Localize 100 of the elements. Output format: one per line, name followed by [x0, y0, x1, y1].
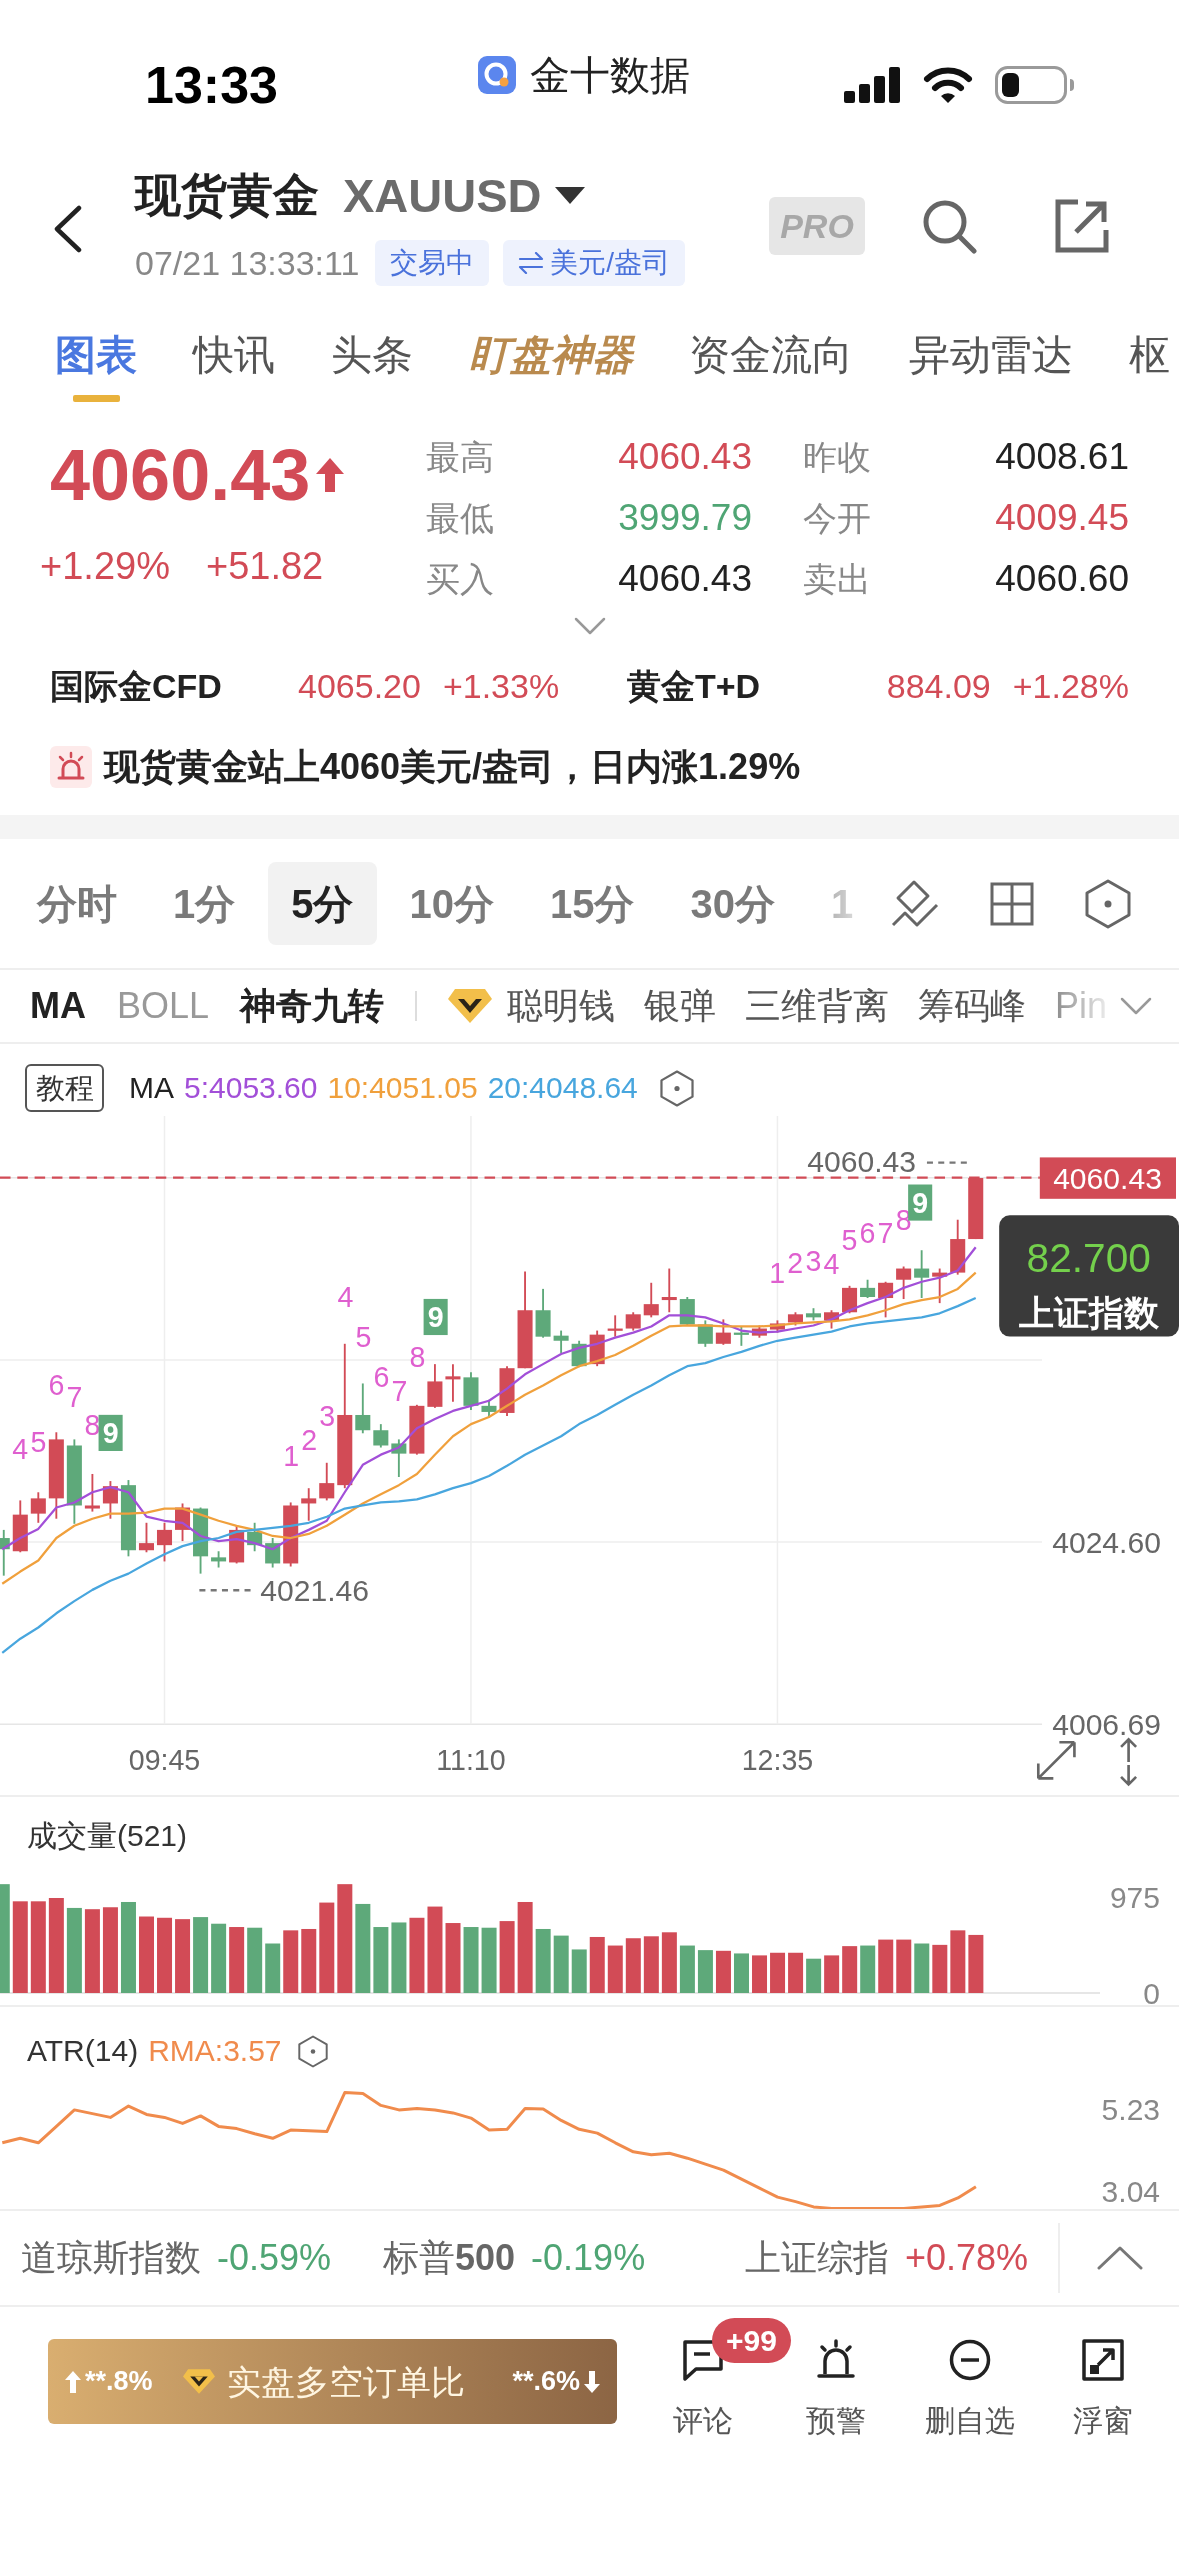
symbol-dropdown[interactable]: XAUUSD — [343, 171, 586, 219]
order-ratio-title: 实盘多空订单比 — [226, 2364, 465, 2399]
period-tab[interactable]: 30分 — [667, 862, 798, 945]
long-ratio: **.8% — [85, 2368, 153, 2395]
stat-value: 4060.43 — [618, 438, 752, 475]
chevron-down-icon[interactable] — [573, 617, 606, 635]
volume-bar — [535, 1929, 551, 1993]
candle — [769, 1319, 785, 1334]
volume-bar — [373, 1927, 389, 1993]
volume-bar — [878, 1939, 894, 1993]
volume-bar — [932, 1944, 948, 1993]
tab[interactable]: 头条 — [331, 331, 413, 379]
volume-bar — [463, 1927, 479, 1993]
volume-title: 成交量(521) — [27, 1819, 188, 1852]
action-button[interactable]: 删自选 — [903, 2307, 1037, 2449]
market-change: +1.28% — [1012, 669, 1129, 703]
sequence-count: 6 — [48, 1368, 65, 1401]
axis-label: 4006.69 — [1052, 1707, 1161, 1741]
indicator-tab[interactable]: 聪明钱 — [448, 988, 616, 1024]
stat-label: 卖出 — [803, 561, 871, 596]
index-name: 标普500 — [383, 2240, 516, 2276]
index-change: -0.59% — [217, 2240, 332, 2276]
candle — [427, 1363, 443, 1409]
time-label: 12:35 — [741, 1744, 814, 1777]
volume-bar — [661, 1932, 677, 1993]
vertical-arrows-icon[interactable] — [1119, 1737, 1138, 1787]
action-button[interactable]: 浮窗 — [1036, 2307, 1170, 2449]
share-icon[interactable] — [1054, 198, 1110, 254]
volume-bar — [734, 1953, 749, 1993]
candle — [463, 1371, 479, 1411]
period-tab[interactable]: 10分 — [386, 862, 517, 945]
axis-label: 0 — [1143, 1976, 1160, 2005]
sequence-count: 5 — [355, 1320, 372, 1353]
search-icon[interactable] — [921, 198, 977, 254]
period-tab[interactable]: 1分 — [150, 862, 259, 945]
axis-label: 5.23 — [1101, 2093, 1160, 2127]
period-tab[interactable]: 15分 — [527, 862, 658, 945]
candle — [355, 1382, 371, 1435]
sequence-count: 4 — [337, 1280, 354, 1313]
volume-bar — [229, 1927, 245, 1993]
candle — [373, 1423, 389, 1449]
expand-icon[interactable] — [1037, 1741, 1076, 1780]
last-price: 4060.43 — [50, 439, 311, 511]
settings-icon[interactable] — [659, 1069, 694, 1107]
volume-bar — [283, 1930, 299, 1993]
volume-bar — [914, 1943, 930, 1993]
chevron-down-icon[interactable] — [1120, 997, 1152, 1015]
settings-icon[interactable] — [297, 2034, 328, 2068]
order-ratio-button[interactable]: **.8% 实盘多空订单比 **.6% — [48, 2339, 617, 2424]
low-price-label: 4021.46 — [260, 1573, 370, 1607]
volume-bar — [643, 1936, 659, 1993]
volume-bar — [697, 1950, 713, 1993]
status-time: 13:33 — [145, 59, 278, 111]
candle — [805, 1307, 821, 1322]
candle — [30, 1491, 46, 1524]
volume-bar — [481, 1927, 497, 1993]
sequence-count: 7 — [877, 1216, 894, 1249]
volume-bar — [715, 1950, 731, 1993]
tab[interactable]: 图表 — [55, 331, 137, 402]
tab[interactable]: 异动雷达 — [909, 331, 1073, 379]
sequence-count: 8 — [84, 1408, 101, 1441]
up-arrow-icon — [65, 2370, 81, 2393]
chevron-up-icon[interactable] — [1096, 2246, 1143, 2270]
volume-bar — [770, 1952, 786, 1993]
candle — [932, 1267, 948, 1305]
grid-icon[interactable] — [990, 881, 1034, 926]
stat-value: 4060.60 — [995, 560, 1129, 597]
candle — [715, 1318, 731, 1346]
sequence-count: 3 — [319, 1400, 336, 1433]
index-change: -0.19% — [531, 2240, 646, 2276]
period-tab[interactable]: 5分 — [268, 862, 377, 945]
period-tab[interactable]: 分时 — [14, 862, 140, 945]
rma-value: RMA:3.57 — [148, 2033, 282, 2069]
tutorial-button[interactable]: 教程 — [25, 1064, 104, 1112]
market-price: 884.09 — [886, 669, 991, 703]
sequence-count: 4 — [823, 1248, 840, 1281]
alert-text[interactable]: 现货黄金站上4060美元/盎司，日内涨1.29% — [104, 749, 801, 785]
candle — [878, 1280, 894, 1319]
instrument-title: 现货黄金 — [135, 172, 319, 218]
chevron-left-icon[interactable] — [52, 205, 82, 253]
indicator-tab[interactable]: 银弹 — [644, 988, 717, 1024]
tab[interactable]: 资金流向 — [689, 331, 853, 379]
index-value: 82.700 — [1026, 1234, 1151, 1281]
caret-down-icon — [555, 186, 586, 204]
volume-bar — [445, 1923, 461, 1993]
settings-icon[interactable] — [1085, 878, 1131, 929]
nine-signal-badge: 9 — [423, 1298, 448, 1336]
sequence-count: 5 — [30, 1425, 47, 1458]
sequence-count: 2 — [787, 1246, 804, 1279]
tab[interactable]: 快讯 — [193, 331, 275, 379]
pen-line-icon[interactable] — [890, 878, 940, 929]
indicator-tab[interactable]: 筹码峰 — [918, 988, 1027, 1024]
candle — [445, 1363, 461, 1403]
stat-value: 3999.79 — [618, 499, 752, 536]
indicator-tab[interactable]: MA — [30, 988, 86, 1024]
short-ratio: **.6% — [512, 2368, 580, 2395]
tab[interactable]: 枢 — [1129, 331, 1170, 379]
candle — [733, 1325, 749, 1347]
indicator-tab[interactable]: 神奇九转 — [240, 988, 385, 1024]
volume-bar — [842, 1946, 858, 1993]
